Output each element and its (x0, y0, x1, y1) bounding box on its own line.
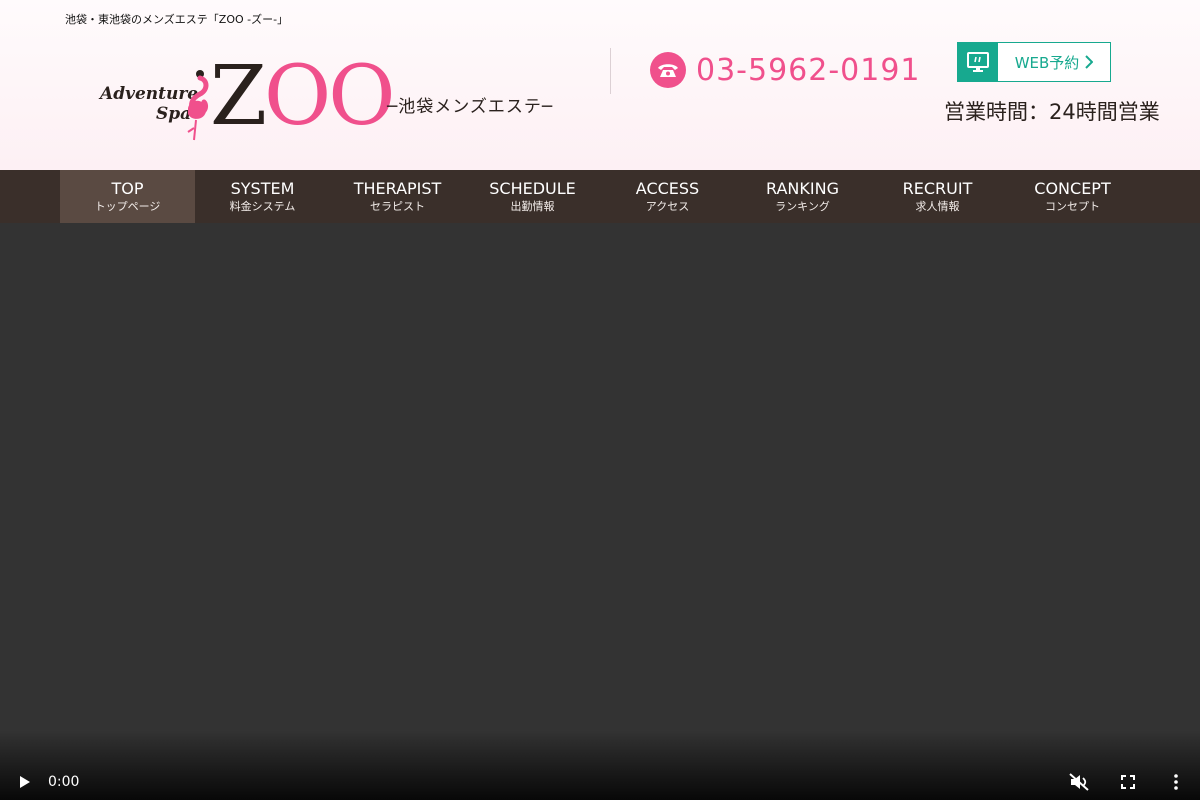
more-vertical-icon[interactable] (1166, 773, 1186, 791)
nav-item-schedule[interactable]: SCHEDULE 出勤情報 (465, 170, 600, 223)
nav-item-concept[interactable]: CONCEPT コンセプト (1005, 170, 1140, 223)
nav-item-label: CONCEPT (1034, 179, 1111, 198)
muted-speaker-icon[interactable] (1068, 773, 1090, 791)
phone-link[interactable]: 03-5962-0191 (650, 52, 921, 88)
header-divider (610, 48, 611, 94)
video-controls: 0:00 (0, 730, 1200, 800)
video-time: 0:00 (48, 774, 80, 790)
nav-item-system[interactable]: SYSTEM 料金システム (195, 170, 330, 223)
nav-item-label: SYSTEM (230, 179, 295, 198)
logo-wordmark: ZOO (210, 56, 395, 138)
nav-item-label: RANKING (766, 179, 839, 198)
logo-z: Z (210, 49, 267, 144)
nav-item-access[interactable]: ACCESS アクセス (600, 170, 735, 223)
web-reservation-button[interactable]: WEB予約 (957, 42, 1111, 82)
nav-item-top[interactable]: TOP トップページ (60, 170, 195, 223)
nav-item-sublabel: コンセプト (1045, 200, 1100, 213)
nav-item-sublabel: セラピスト (370, 200, 425, 213)
flamingo-icon (187, 70, 209, 141)
nav-item-label: RECRUIT (902, 179, 973, 198)
site-tagline: 池袋・東池袋のメンズエステ「ZOO -ズー-」 (65, 13, 289, 26)
main-nav-items: TOP トップページ SYSTEM 料金システム THERAPIST セラピスト SCHED… (60, 170, 1140, 223)
nav-item-sublabel: 料金システム (229, 200, 296, 213)
nav-item-therapist[interactable]: THERAPIST セラピスト (330, 170, 465, 223)
play-icon[interactable] (14, 773, 36, 791)
main-nav: TOP トップページ SYSTEM 料金システム THERAPIST セラピスト SCHED… (0, 170, 1200, 223)
nav-item-label: THERAPIST (353, 179, 442, 198)
phone-icon (650, 52, 686, 88)
nav-item-label: SCHEDULE (489, 179, 576, 198)
nav-item-sublabel: アクセス (645, 200, 690, 213)
nav-item-ranking[interactable]: RANKING ランキング (735, 170, 870, 223)
chevron-right-icon (1085, 55, 1094, 69)
monitor-icon (958, 43, 998, 81)
nav-item-sublabel: ランキング (775, 200, 830, 213)
hero-video[interactable]: 0:00 (0, 223, 1200, 800)
phone-number: 03-5962-0191 (696, 52, 921, 88)
logo-oo: OO (263, 49, 395, 144)
site-header: 池袋・東池袋のメンズエステ「ZOO -ズー-」 Adventure Spa ZO… (0, 0, 1200, 170)
logo-subtitle: ─池袋メンズエステ─ (387, 97, 554, 117)
nav-item-sublabel: トップページ (94, 200, 161, 213)
nav-item-recruit[interactable]: RECRUIT 求人情報 (870, 170, 1005, 223)
nav-item-label: TOP (111, 179, 144, 198)
fullscreen-icon[interactable] (1118, 773, 1138, 791)
nav-item-sublabel: 求人情報 (915, 200, 960, 213)
nav-item-sublabel: 出勤情報 (510, 200, 555, 213)
business-hours: 営業時間：24時間営業 (944, 100, 1160, 124)
web-reservation-text: WEB予約 (1014, 53, 1080, 72)
web-reservation-label: WEB予約 (998, 43, 1110, 81)
nav-item-label: ACCESS (635, 179, 700, 198)
site-logo[interactable]: Adventure Spa ZOO ─池袋メンズエステ─ (100, 56, 570, 142)
